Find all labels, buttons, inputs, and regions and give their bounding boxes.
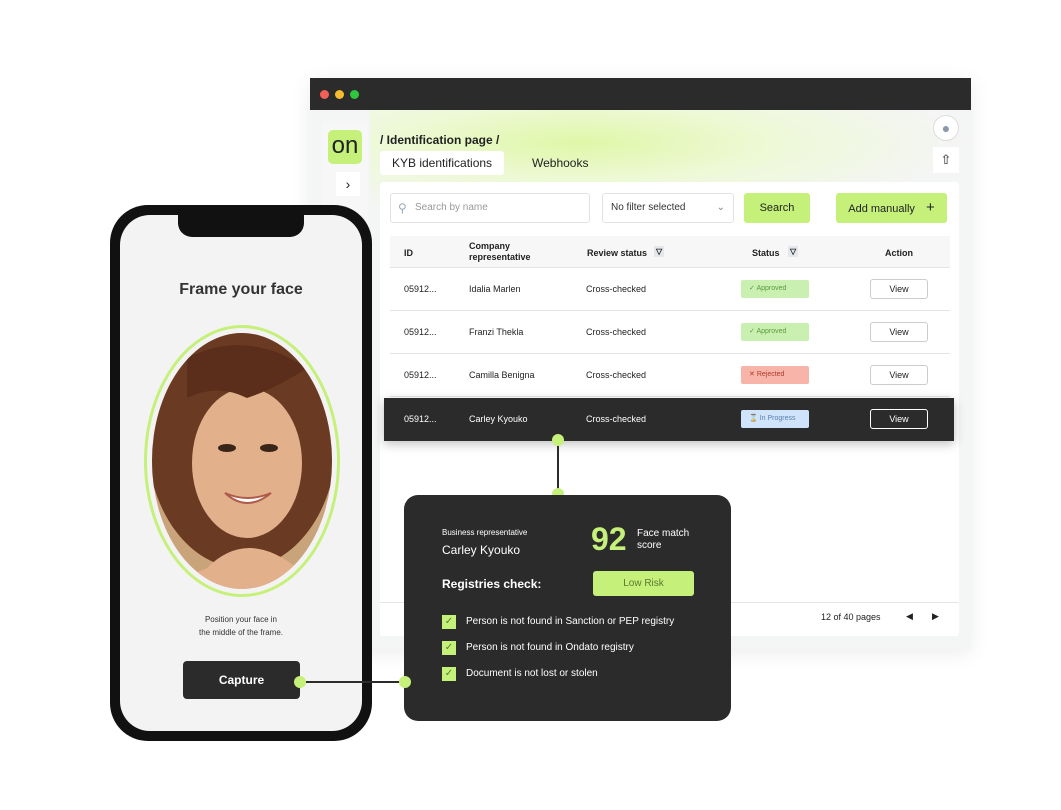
capture-button[interactable]: Capture <box>183 661 300 699</box>
check-text: Document is not lost or stolen <box>466 668 598 679</box>
filter-value: No filter selected <box>611 202 686 213</box>
next-page-icon[interactable]: ▶ <box>932 611 939 622</box>
risk-badge: Low Risk <box>593 571 694 596</box>
row-review-status: Cross-checked <box>586 327 647 337</box>
title-bar <box>310 78 971 110</box>
status-badge: ✓ Approved <box>741 323 809 341</box>
filter-select[interactable]: No filter selected ⌄ <box>602 193 734 223</box>
verification-popover: Business representative Carley Kyouko 92… <box>404 495 731 721</box>
plus-icon: + <box>925 199 935 216</box>
filter-icon[interactable]: ▽ <box>788 246 799 257</box>
breadcrumb: / Identification page / <box>380 133 500 147</box>
row-name: Carley Kyouko <box>469 414 528 424</box>
row-review-status: Cross-checked <box>586 414 647 424</box>
table-header: ID Company representative Review status … <box>390 236 950 268</box>
connector-dot <box>552 434 564 446</box>
business-rep-label: Business representative <box>442 528 528 537</box>
header-review-status: Review status <box>587 248 648 258</box>
status-text: In Progress <box>759 415 796 422</box>
add-manually-label: Add manually <box>848 203 915 215</box>
row-id: 05912... <box>404 370 437 380</box>
phone-title: Frame your face <box>179 281 303 298</box>
table-row-selected[interactable]: 05912... Carley Kyouko Cross-checked ⌛ I… <box>384 398 954 441</box>
status-badge: ✓ Approved <box>741 280 809 298</box>
close-window-button[interactable] <box>320 90 329 99</box>
checkbox-checked-icon: ✓ <box>442 641 456 655</box>
face-match-score: 92 <box>591 521 627 557</box>
face-frame <box>144 325 340 597</box>
tab-webhooks[interactable]: Webhooks <box>520 151 600 175</box>
connector-line <box>557 440 559 495</box>
status-badge: ⌛ In Progress <box>741 410 809 428</box>
maximize-window-button[interactable] <box>350 90 359 99</box>
tab-kyb-identifications[interactable]: KYB identifications <box>380 151 505 175</box>
row-id: 05912... <box>404 284 437 294</box>
status-text: Approved <box>756 285 787 292</box>
row-id: 05912... <box>404 327 437 337</box>
header-id: ID <box>404 248 413 258</box>
header-representative: Company representative <box>469 241 531 262</box>
row-name: Camilla Benigna <box>469 370 535 380</box>
phone-notch <box>178 215 304 237</box>
status-text: Rejected <box>756 371 785 378</box>
minimize-window-button[interactable] <box>335 90 344 99</box>
checkbox-checked-icon: ✓ <box>442 667 456 681</box>
hint-line: the middle of the frame. <box>198 628 284 637</box>
search-button[interactable]: Search <box>744 193 810 223</box>
previous-page-icon[interactable]: ◀ <box>906 611 913 622</box>
header-action: Action <box>885 248 913 258</box>
pagination-text: 12 of 40 pages <box>821 612 881 622</box>
connector-dot <box>294 676 306 688</box>
filter-icon[interactable]: ▽ <box>654 246 665 257</box>
add-manually-button[interactable]: Add manually + <box>836 193 947 223</box>
registries-label: Registries check: <box>442 577 542 591</box>
row-id: 05912... <box>404 414 437 424</box>
phone-screen: Frame your face Position your face in th… <box>120 215 362 731</box>
phone-hint: Position your face in the middle of the … <box>120 613 362 639</box>
row-name: Idalia Marlen <box>469 284 521 294</box>
table-row: 05912... Franzi Thekla Cross-checked ✓ A… <box>390 311 950 354</box>
hint-line: Position your face in <box>204 615 278 624</box>
table-row: 05912... Camilla Benigna Cross-checked ✕… <box>390 354 950 397</box>
connector-dot <box>399 676 411 688</box>
check-text: Person is not found in Sanction or PEP r… <box>466 616 675 627</box>
connector-line <box>300 681 406 683</box>
logo: on <box>328 130 362 164</box>
face-photo <box>152 333 332 589</box>
expand-sidebar-chevron-icon[interactable]: › <box>336 172 360 196</box>
table-row: 05912... Idalia Marlen Cross-checked ✓ A… <box>390 268 950 311</box>
view-button[interactable]: View <box>870 322 928 342</box>
view-button[interactable]: View <box>870 409 928 429</box>
search-icon: ⚲ <box>398 201 407 215</box>
face-match-label: Face match score <box>637 528 689 552</box>
status-badge: ✕ Rejected <box>741 366 809 384</box>
search-input[interactable]: ⚲ Search by name <box>390 193 590 223</box>
header-status: Status <box>752 248 780 258</box>
business-rep-name: Carley Kyouko <box>442 543 521 557</box>
row-review-status: Cross-checked <box>586 370 647 380</box>
score-label: score <box>637 540 662 551</box>
checkbox-checked-icon: ✓ <box>442 615 456 629</box>
status-text: Approved <box>756 328 787 335</box>
view-button[interactable]: View <box>870 279 928 299</box>
phone-mockup: Frame your face Position your face in th… <box>110 205 372 741</box>
export-upload-icon[interactable]: ⇧ <box>933 147 959 173</box>
view-button[interactable]: View <box>870 365 928 385</box>
score-label: Face match <box>637 528 690 539</box>
user-avatar-icon[interactable]: ● <box>933 115 959 141</box>
search-placeholder: Search by name <box>415 202 488 213</box>
chevron-down-icon: ⌄ <box>716 202 725 213</box>
row-name: Franzi Thekla <box>469 327 524 337</box>
check-text: Person is not found in Ondato registry <box>466 642 634 653</box>
row-review-status: Cross-checked <box>586 284 647 294</box>
